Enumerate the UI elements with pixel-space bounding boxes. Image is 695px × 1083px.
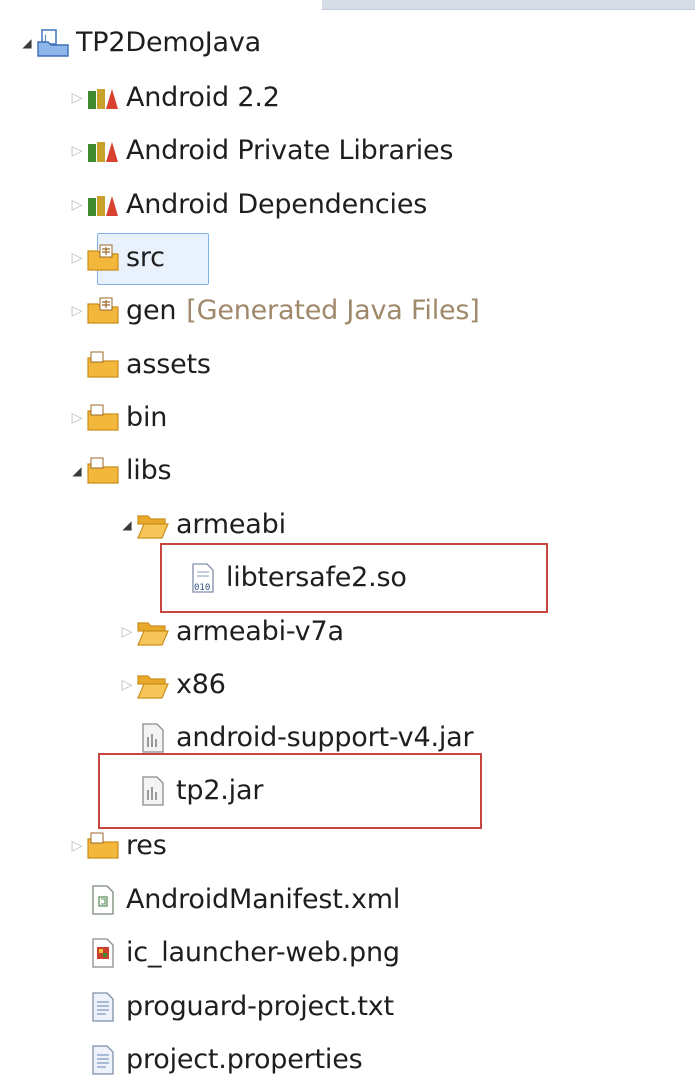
tree-item-android-private-libraries[interactable]: ▷ Android Private Libraries — [68, 128, 454, 174]
assets-label: assets — [126, 349, 211, 380]
toggle-spacer — [68, 877, 86, 923]
folder-icon — [86, 350, 120, 380]
expand-toggle-icon[interactable]: ▷ — [118, 662, 136, 708]
tree-item-x86[interactable]: ▷ x86 — [118, 662, 226, 708]
library-container-icon — [86, 190, 120, 220]
text-file-icon — [86, 1045, 120, 1075]
project-label: TP2DemoJava — [76, 27, 262, 58]
expand-toggle-icon[interactable]: ▷ — [68, 395, 86, 441]
tree-item-assets[interactable]: assets — [68, 342, 211, 388]
tree-item-ic-launcher-web[interactable]: ic_launcher-web.png — [68, 930, 400, 976]
highlight-box-tp2-jar — [98, 753, 482, 829]
top-edge-bar — [322, 0, 695, 10]
proguard-label: proguard-project.txt — [126, 991, 394, 1022]
highlight-box-libtersafe2 — [160, 543, 548, 613]
gen-label: gen — [126, 295, 177, 326]
java-project-icon: J — [36, 28, 70, 58]
properties-label: project.properties — [126, 1044, 363, 1075]
tree-item-gen[interactable]: ▷ gen [Generated Java Files] — [68, 288, 480, 334]
folder-icon — [86, 456, 120, 486]
tree-item-project[interactable]: ◢ J TP2DemoJava — [18, 20, 261, 66]
tree-item-armeabi[interactable]: ◢ armeabi — [118, 502, 286, 548]
expand-toggle-icon[interactable]: ▷ — [118, 609, 136, 655]
expand-toggle-icon[interactable]: ▷ — [68, 128, 86, 174]
x86-label: x86 — [176, 669, 226, 700]
library-container-icon — [86, 136, 120, 166]
libs-label: libs — [126, 455, 172, 486]
toggle-spacer — [68, 1037, 86, 1083]
tree-item-armeabi-v7a[interactable]: ▷ armeabi-v7a — [118, 609, 344, 655]
expand-toggle-icon[interactable]: ▷ — [68, 288, 86, 334]
bin-label: bin — [126, 402, 168, 433]
res-label: res — [126, 830, 167, 861]
tree-item-libs[interactable]: ◢ libs — [68, 448, 171, 494]
folder-open-icon — [136, 670, 170, 700]
tree-item-android-2-2[interactable]: ▷ Android 2.2 — [68, 75, 280, 121]
library-label: Android Private Libraries — [126, 135, 454, 166]
expand-toggle-icon[interactable]: ◢ — [18, 20, 36, 66]
tree-item-project-properties[interactable]: project.properties — [68, 1037, 363, 1083]
folder-icon — [86, 403, 120, 433]
expand-toggle-icon[interactable]: ▷ — [68, 823, 86, 869]
expand-toggle-icon[interactable]: ▷ — [68, 75, 86, 121]
jar-file-icon — [136, 723, 170, 753]
svg-text:J: J — [43, 34, 47, 44]
collapse-toggle-icon[interactable]: ◢ — [68, 448, 86, 494]
source-folder-icon — [86, 296, 120, 326]
image-file-icon — [86, 938, 120, 968]
toggle-spacer — [68, 342, 86, 388]
tree-item-res[interactable]: ▷ res — [68, 823, 167, 869]
tree-item-android-manifest[interactable]: AndroidManifest.xml — [68, 877, 400, 923]
source-folder-icon — [86, 243, 120, 273]
folder-open-icon — [136, 617, 170, 647]
armeabi-label: armeabi — [176, 509, 286, 540]
tree-item-bin[interactable]: ▷ bin — [68, 395, 168, 441]
tree-item-src[interactable]: ▷ src — [68, 235, 165, 281]
folder-open-icon — [136, 510, 170, 540]
toggle-spacer — [68, 930, 86, 976]
xml-file-icon — [86, 885, 120, 915]
library-label: Android 2.2 — [126, 82, 280, 113]
manifest-label: AndroidManifest.xml — [126, 884, 401, 915]
tree-item-proguard-project[interactable]: proguard-project.txt — [68, 984, 394, 1030]
src-label: src — [126, 242, 165, 273]
library-label: Android Dependencies — [126, 189, 428, 220]
folder-icon — [86, 831, 120, 861]
library-container-icon — [86, 83, 120, 113]
text-file-icon — [86, 992, 120, 1022]
expand-toggle-icon[interactable]: ▷ — [68, 235, 86, 281]
toggle-spacer — [68, 984, 86, 1030]
collapse-toggle-icon[interactable]: ◢ — [118, 502, 136, 548]
expand-toggle-icon[interactable]: ▷ — [68, 182, 86, 228]
gen-decoration-label: [Generated Java Files] — [186, 295, 480, 326]
tree-item-android-dependencies[interactable]: ▷ Android Dependencies — [68, 182, 428, 228]
launcher-label: ic_launcher-web.png — [126, 937, 400, 968]
armeabi-v7a-label: armeabi-v7a — [176, 616, 344, 647]
